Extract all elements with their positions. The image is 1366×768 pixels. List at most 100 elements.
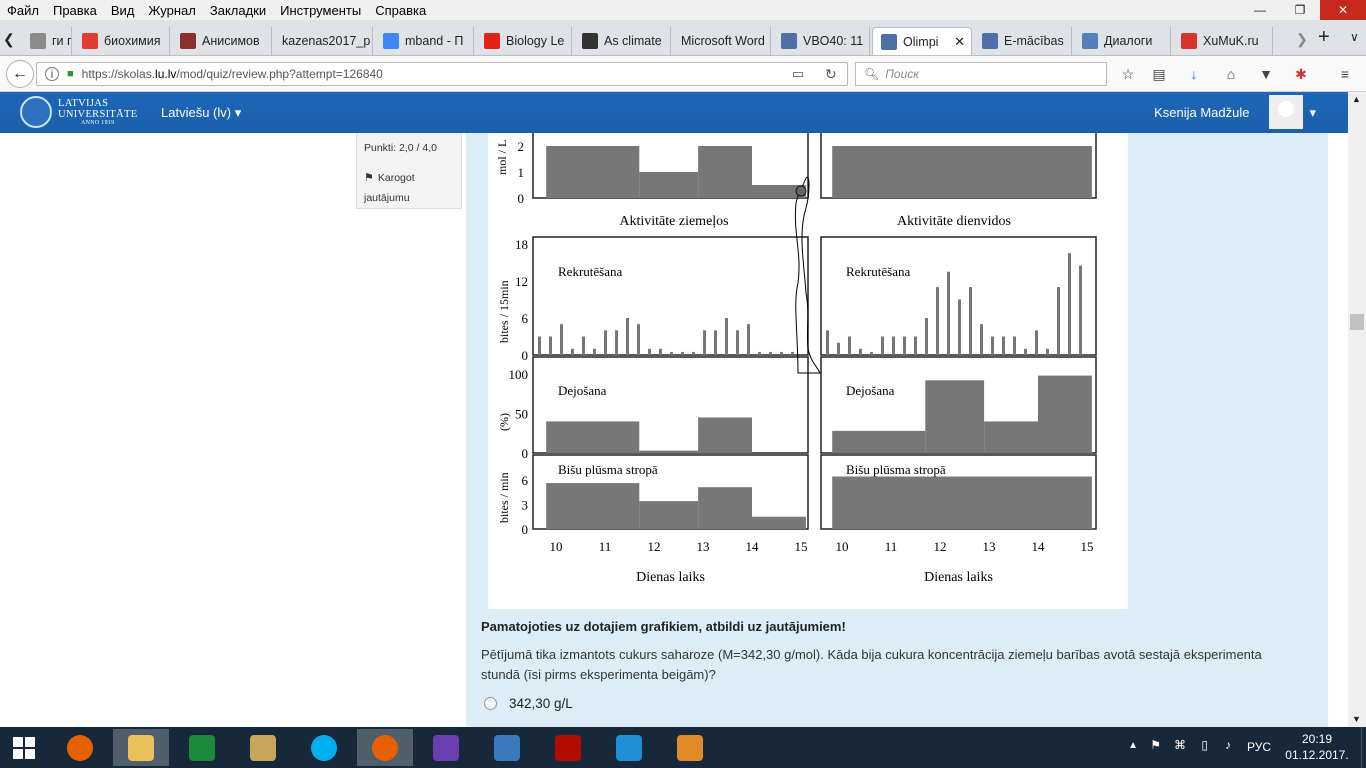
taskbar-app-4[interactable]: [296, 729, 352, 766]
search-input[interactable]: 🔍︎ Поиск: [855, 62, 1107, 86]
taskbar-app-1[interactable]: [113, 729, 169, 766]
radio-button[interactable]: [484, 697, 497, 710]
tab-label: mband - П: [405, 34, 464, 48]
tab-7[interactable]: Microsoft Word: [673, 27, 771, 55]
recruit-bar-0-21: [769, 351, 772, 355]
tab-2[interactable]: Анисимов: [172, 27, 272, 55]
tab-9[interactable]: Olimpi ✕: [872, 27, 972, 55]
close-tab-icon[interactable]: ✕: [954, 34, 965, 50]
tab-label: ги по Э: [52, 34, 71, 48]
tab-0[interactable]: ги по Э: [22, 27, 72, 55]
top-bar-0-1: [639, 172, 699, 198]
question-instruction: Pamatojoties uz dotajiem grafikiem, atbi…: [481, 619, 846, 634]
language-indicator[interactable]: РУС: [1247, 740, 1271, 754]
tray-arrow-icon[interactable]: ▲: [1128, 740, 1138, 751]
minimize-button[interactable]: —: [1240, 0, 1280, 20]
tab-4[interactable]: mband - П: [375, 27, 474, 55]
new-tab-button[interactable]: +: [1318, 26, 1330, 49]
recruit-bar-0-3: [571, 348, 574, 355]
scroll-up-icon[interactable]: ▲: [1352, 94, 1361, 104]
x-tick-1-0: 10: [836, 539, 849, 554]
menu-item-2[interactable]: Вид: [104, 3, 142, 18]
flag-question-link[interactable]: ⚑ Karogot jautājumu: [364, 168, 454, 208]
taskbar-app-8[interactable]: [540, 729, 596, 766]
taskbar-app-9[interactable]: [601, 729, 657, 766]
taskbar-app-2[interactable]: [174, 729, 230, 766]
recruit-bar-0-11: [659, 348, 662, 355]
taskbar-app-3[interactable]: [235, 729, 291, 766]
bookmark-star-icon[interactable]: ☆: [1119, 65, 1137, 83]
chart-icon: [180, 33, 196, 49]
close-window-button[interactable]: ✕: [1320, 0, 1366, 20]
start-button[interactable]: [0, 727, 48, 768]
tab-list-icon[interactable]: ∨: [1350, 30, 1359, 44]
recruit-bar-1-9: [925, 317, 928, 355]
answer-option-1[interactable]: 342,30 g/L: [484, 696, 573, 711]
download-icon[interactable]: ↓: [1185, 65, 1203, 83]
tab-3[interactable]: kazenas2017_p: [274, 27, 373, 55]
firefox-icon: [67, 734, 93, 761]
university-logo[interactable]: LATVIJAS UNIVERSITĀTE ANNO 1919: [20, 96, 137, 128]
language-selector[interactable]: Latviešu (lv) ▾: [161, 105, 241, 121]
menu-item-3[interactable]: Журнал: [141, 3, 202, 18]
menu-item-1[interactable]: Правка: [46, 3, 104, 18]
tab-1[interactable]: биохимия: [74, 27, 170, 55]
tab-12[interactable]: XuMuK.ru: [1173, 27, 1273, 55]
taskbar-app-6[interactable]: [418, 729, 474, 766]
x-tick-0-3: 13: [697, 539, 710, 554]
tab-scroll-right-icon[interactable]: ❯: [1296, 31, 1308, 48]
flag-icon: ⚑: [364, 172, 374, 184]
menu-item-4[interactable]: Закладки: [203, 3, 273, 18]
reading-list-icon[interactable]: ▤: [1150, 65, 1168, 83]
url-bar[interactable]: i ■ https://skolas.lu.lv/mod/quiz/review…: [36, 62, 848, 86]
taskbar-app-5[interactable]: [357, 729, 413, 766]
reload-icon[interactable]: ↻: [825, 66, 837, 83]
recruit-bar-0-8: [626, 317, 629, 355]
tab-10[interactable]: E-mācības: [974, 27, 1072, 55]
menu-item-6[interactable]: Справка: [368, 3, 433, 18]
scrollbar-thumb[interactable]: [1350, 314, 1364, 330]
maximize-button[interactable]: ❐: [1280, 0, 1320, 20]
recruit-bar-0-12: [670, 351, 673, 355]
recruit-bar-1-17: [1013, 336, 1016, 355]
show-desktop-button[interactable]: [1361, 727, 1366, 768]
scroll-down-icon[interactable]: ▼: [1352, 714, 1361, 724]
taskbar-app-0[interactable]: [52, 729, 108, 766]
tab-11[interactable]: Диалоги: [1074, 27, 1171, 55]
tab-label: биохимия: [104, 34, 161, 48]
taskbar-app-10[interactable]: [662, 729, 718, 766]
menu-item-5[interactable]: Инструменты: [273, 3, 368, 18]
volume-icon[interactable]: ♪: [1225, 738, 1231, 752]
action-center-flag-icon[interactable]: ⚑: [1150, 738, 1161, 752]
avatar[interactable]: [1269, 95, 1303, 129]
reader-view-icon[interactable]: ▭: [792, 66, 804, 82]
page-scrollbar[interactable]: ▲ ▼: [1348, 92, 1366, 727]
top-y-tick-2: 0: [518, 191, 525, 206]
home-icon[interactable]: ⌂: [1222, 65, 1240, 83]
dance-label-1: Dejošana: [846, 383, 895, 398]
hamburger-menu-icon[interactable]: ≡: [1336, 65, 1354, 83]
tab-5[interactable]: Biology Le: [476, 27, 572, 55]
recruit-bar-0-6: [604, 330, 607, 355]
tab-scroll-left-icon[interactable]: ❮: [3, 31, 15, 48]
info-icon[interactable]: i: [45, 67, 59, 81]
top-bar-0-2: [698, 146, 752, 198]
flow-y-tick-2: 0: [522, 522, 529, 537]
skype-icon: [311, 734, 337, 761]
taskbar-app-7[interactable]: [479, 729, 535, 766]
menu-item-0[interactable]: Файл: [0, 3, 46, 18]
x-tick-0-1: 11: [599, 539, 612, 554]
battery-icon[interactable]: ▯: [1201, 738, 1208, 752]
network-icon[interactable]: ⌘: [1174, 738, 1186, 752]
back-button[interactable]: ←: [6, 60, 34, 88]
clock[interactable]: 20:19 01.12.2017.: [1282, 731, 1352, 763]
tools-icon: [250, 734, 276, 761]
pocket-icon[interactable]: ▼: [1257, 65, 1275, 83]
tab-6[interactable]: As climate: [574, 27, 671, 55]
recruit-y-tick-1: 12: [515, 274, 528, 289]
recruit-bar-1-11: [947, 271, 950, 355]
logo-line3: ANNO 1919: [80, 119, 115, 126]
recruit-bar-0-0: [538, 336, 541, 355]
tab-8[interactable]: VBO40: 11: [773, 27, 870, 55]
extension-icon[interactable]: ✱: [1292, 65, 1310, 83]
